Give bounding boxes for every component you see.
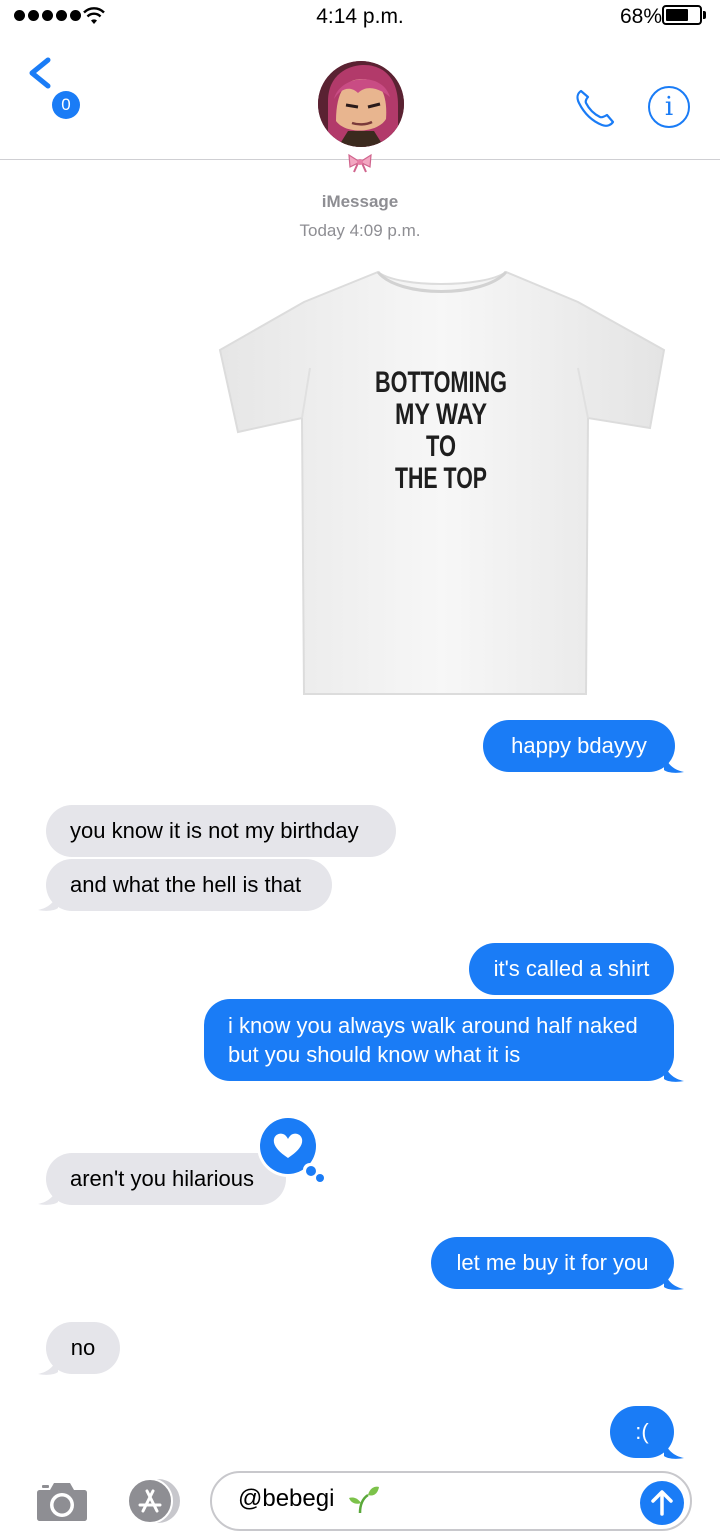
bubble-tail bbox=[38, 1184, 58, 1205]
bubble-tail bbox=[664, 1438, 684, 1459]
message-text: let me buy it for you bbox=[456, 1250, 649, 1275]
message-text: happy bdayyy bbox=[511, 733, 647, 758]
message-bubble-outgoing[interactable]: happy bdayyy bbox=[483, 720, 675, 772]
send-button[interactable] bbox=[640, 1481, 684, 1525]
heart-icon bbox=[257, 1115, 324, 1182]
battery-icon bbox=[662, 5, 702, 25]
message-bubble-incoming[interactable]: you know it is not my birthday bbox=[46, 805, 396, 857]
conversation-header: 0 i bbox=[0, 32, 720, 173]
service-label: iMessage bbox=[321, 192, 399, 211]
shirt-line-4: THE TOP bbox=[395, 462, 487, 495]
phone-call-icon[interactable] bbox=[572, 87, 618, 129]
bubble-tail bbox=[664, 1061, 684, 1082]
app-store-icon[interactable] bbox=[122, 1478, 182, 1524]
message-text-line: but you should know what it is bbox=[228, 1042, 521, 1067]
back-chevron-icon[interactable] bbox=[24, 56, 54, 90]
message-input-text: @bebegi bbox=[238, 1485, 335, 1512]
message-text: it's called a shirt bbox=[493, 956, 650, 981]
tshirt-image: BOTTOMING MY WAY TO THE TOP bbox=[218, 270, 666, 695]
avatar-image bbox=[318, 61, 404, 147]
status-bar: 4:14 p.m. 68% bbox=[0, 0, 720, 32]
back-button-unread-badge[interactable]: 0 bbox=[52, 91, 80, 119]
info-icon[interactable]: i bbox=[648, 86, 690, 128]
battery-percentage: 68% bbox=[620, 5, 663, 28]
message-bubble-outgoing[interactable]: it's called a shirt bbox=[469, 943, 674, 995]
contact-avatar[interactable] bbox=[318, 61, 404, 147]
shirt-line-3: TO bbox=[426, 430, 456, 463]
image-attachment[interactable]: BOTTOMING MY WAY TO THE TOP bbox=[218, 268, 666, 698]
bubble-tail bbox=[664, 752, 684, 773]
message-bubble-incoming[interactable]: aren't you hilarious bbox=[46, 1153, 286, 1205]
bow-icon bbox=[348, 153, 372, 173]
message-text: and what the hell is that bbox=[70, 872, 302, 897]
message-text-line: i know you always walk around half naked bbox=[228, 1013, 638, 1038]
tapback-reaction[interactable] bbox=[256, 1114, 326, 1184]
battery-tip bbox=[703, 11, 706, 19]
bubble-tail bbox=[664, 1269, 684, 1290]
bubble-tail bbox=[38, 890, 58, 911]
bubble-tail bbox=[38, 1354, 58, 1375]
sprout-icon bbox=[349, 1486, 379, 1514]
message-text: no bbox=[70, 1335, 96, 1360]
shirt-line-1: BOTTOMING bbox=[375, 366, 507, 399]
thread-timestamp: Today 4:09 p.m. bbox=[299, 221, 421, 240]
message-text: you know it is not my birthday bbox=[70, 818, 359, 843]
status-time: 4:14 p.m. bbox=[316, 5, 404, 28]
camera-icon[interactable] bbox=[36, 1480, 88, 1522]
message-text: aren't you hilarious bbox=[70, 1166, 254, 1191]
message-bubble-outgoing[interactable]: i know you always walk around half naked… bbox=[204, 999, 674, 1081]
arrow-up-icon bbox=[651, 1490, 673, 1516]
message-text: :( bbox=[635, 1419, 649, 1444]
shirt-line-2: MY WAY bbox=[395, 398, 487, 431]
message-bubble-incoming[interactable]: and what the hell is that bbox=[46, 859, 332, 911]
message-bubble-outgoing[interactable]: let me buy it for you bbox=[431, 1237, 674, 1289]
